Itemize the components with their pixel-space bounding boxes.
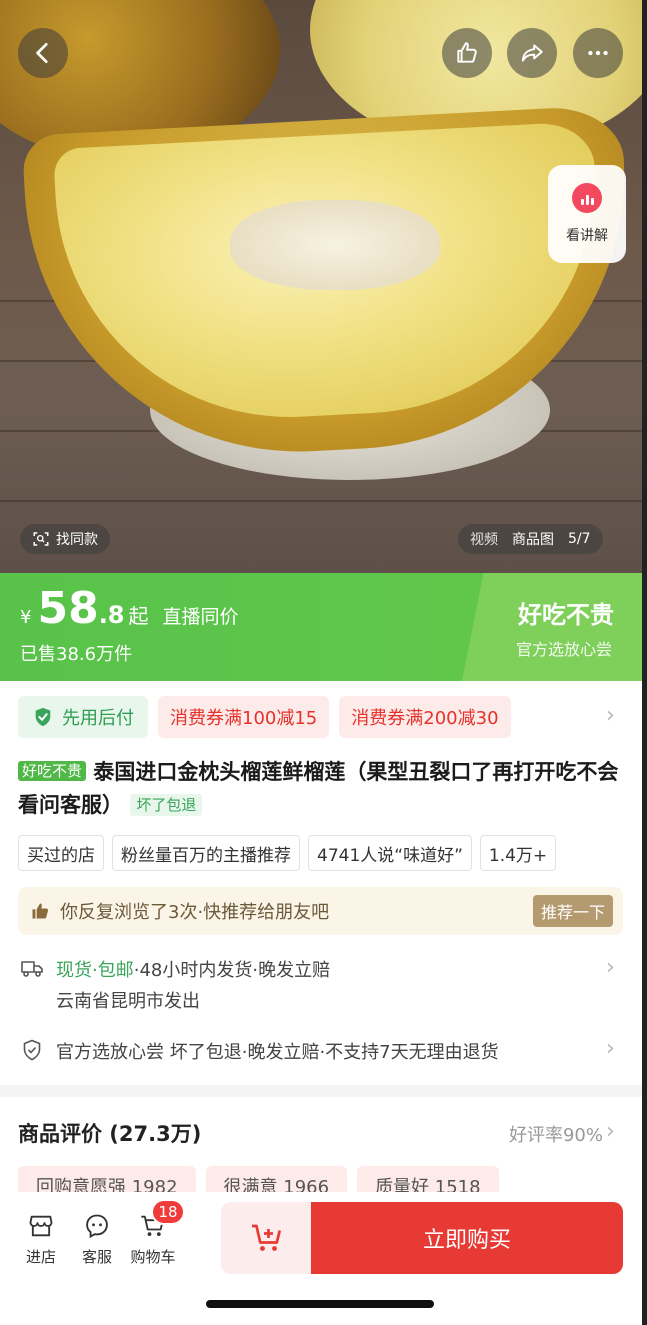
watch-explanation-card[interactable]: 看讲解: [548, 165, 626, 263]
coupon-row[interactable]: 先用后付 消费券满100减15 消费券满200减30: [18, 696, 511, 738]
shipping-detail: ·48小时内发货·晚发立赔: [133, 960, 331, 981]
product-image-gallery[interactable]: 看讲解 找同款 视频 商品图 5/7: [0, 0, 642, 573]
price-suffix: 起: [128, 604, 149, 628]
product-title-block: 好吃不贵 泰国进口金枕头榴莲鲜榴莲（果型丑裂口了再打开吃不会看问客服） 坏了包退: [18, 756, 626, 822]
highlight-tag: 1.4万+: [479, 835, 557, 871]
share-arrow-icon: [521, 44, 543, 62]
chevron-right-icon[interactable]: ›: [606, 703, 615, 728]
currency-symbol: ¥: [20, 607, 32, 628]
recommend-button[interactable]: 推荐一下: [532, 895, 613, 927]
price-integer: 58: [37, 583, 99, 634]
chevron-right-icon[interactable]: ›: [606, 1036, 615, 1061]
pay-later-label: 先用后付: [62, 708, 134, 729]
home-indicator: [206, 1300, 434, 1308]
live-bars-icon: [572, 183, 602, 213]
shield-check-icon: [23, 1039, 41, 1061]
gallery-tabs: 视频 商品图 5/7: [458, 524, 603, 554]
like-button[interactable]: [442, 28, 492, 78]
coupon-item[interactable]: 消费券满200减30: [339, 696, 511, 738]
highlight-tags: 买过的店 粉丝量百万的主播推荐 4741人说“味道好” 1.4万+: [18, 835, 624, 871]
screen-edge: [642, 0, 647, 1325]
add-cart-icon: [252, 1224, 282, 1251]
price-banner: ¥ 58 .8 起 直播同价 已售38.6万件 好吃不贵 官方选放心尝: [0, 573, 642, 681]
cart-count-badge: 18: [151, 1199, 185, 1225]
check-shield-icon: [35, 707, 51, 727]
truck-icon: [21, 961, 43, 977]
share-button[interactable]: [507, 28, 557, 78]
image-counter: 5/7: [568, 531, 591, 547]
back-button[interactable]: [18, 28, 68, 78]
store-label: 进店: [25, 1248, 56, 1266]
price-note: 直播同价: [162, 606, 239, 628]
slogan-sub: 官方选放心尝: [515, 640, 612, 659]
reviews-rate[interactable]: 好评率90%: [509, 1121, 603, 1147]
chevron-left-icon: [36, 42, 48, 64]
chevron-right-icon[interactable]: ›: [606, 1119, 615, 1144]
shipping-origin: 云南省昆明市发出: [56, 991, 200, 1012]
recommend-banner: 你反复浏览了3次·快推荐给朋友吧 推荐一下: [18, 887, 623, 935]
chevron-right-icon[interactable]: ›: [606, 955, 615, 980]
coupon-item[interactable]: 消费券满100减15: [158, 696, 330, 738]
price-row: ¥ 58 .8 起 直播同价: [20, 583, 239, 634]
review-tags: 回购意愿强 1982 很满意 1966 质量好 1518: [18, 1166, 499, 1192]
store-button[interactable]: 进店: [16, 1212, 66, 1267]
cart-label: 购物车: [130, 1248, 176, 1266]
section-divider: [0, 1085, 642, 1097]
guarantee-line[interactable]: 官方选放心尝 坏了包退·晚发立赔·不支持7天无理由退货: [56, 1038, 499, 1064]
more-dots-icon: [588, 50, 608, 56]
customer-service-icon: [86, 1214, 108, 1239]
service-button[interactable]: 客服: [72, 1212, 122, 1267]
pay-later-badge[interactable]: 先用后付: [18, 696, 148, 738]
title-tag: 好吃不贵: [18, 761, 87, 781]
watch-explanation-label: 看讲解: [566, 228, 608, 244]
price-decimal: .8: [98, 601, 125, 629]
store-icon: [29, 1215, 53, 1237]
review-tag[interactable]: 很满意 1966: [205, 1166, 348, 1192]
shipping-status: 现货·包邮: [56, 960, 134, 981]
thumbs-up-icon: [457, 42, 477, 63]
shipping-line[interactable]: 现货·包邮·48小时内发货·晚发立赔: [56, 956, 330, 982]
tab-video[interactable]: 视频: [470, 529, 498, 549]
find-similar-label: 找同款: [56, 532, 98, 548]
review-tag[interactable]: 质量好 1518: [357, 1166, 499, 1192]
sold-count: 已售38.6万件: [20, 644, 133, 665]
recommend-text: 你反复浏览了3次·快推荐给朋友吧: [60, 902, 330, 923]
buy-now-button[interactable]: 立即购买: [311, 1202, 623, 1274]
more-button[interactable]: [573, 28, 623, 78]
thumbs-up-icon: [32, 903, 49, 919]
add-to-cart-button[interactable]: [221, 1202, 313, 1274]
highlight-tag: 买过的店: [18, 835, 104, 871]
scan-icon: [33, 532, 49, 546]
durian-core-image: [230, 200, 440, 290]
return-tag: 坏了包退: [130, 794, 203, 816]
find-similar-button[interactable]: 找同款: [20, 524, 110, 554]
slogan: 好吃不贵: [518, 601, 614, 629]
review-tag[interactable]: 回购意愿强 1982: [18, 1166, 196, 1192]
reviews-title[interactable]: 商品评价 (27.3万): [18, 1118, 201, 1148]
highlight-tag: 粉丝量百万的主播推荐: [112, 835, 300, 871]
tab-product-images[interactable]: 商品图: [512, 529, 554, 549]
service-label: 客服: [81, 1248, 112, 1266]
highlight-tag: 4741人说“味道好”: [308, 835, 472, 871]
product-title: 泰国进口金枕头榴莲鲜榴莲（果型丑裂口了再打开吃不会看问客服）: [18, 760, 619, 817]
